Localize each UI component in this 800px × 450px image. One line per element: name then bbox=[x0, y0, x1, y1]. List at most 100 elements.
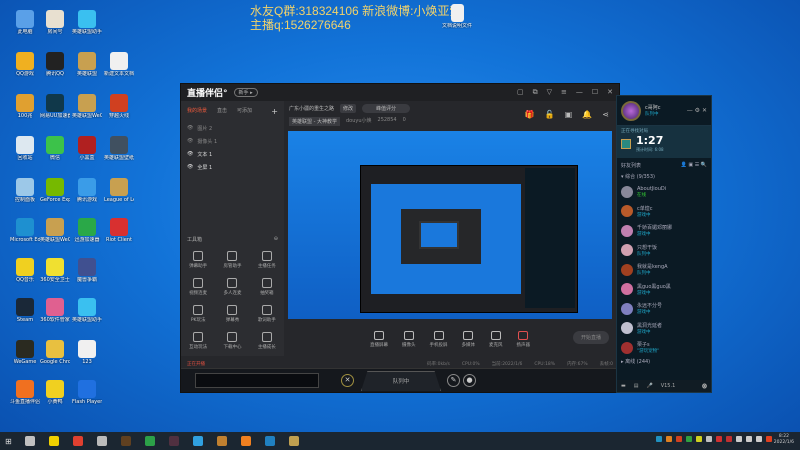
desktop-icon[interactable]: Steam bbox=[10, 298, 40, 323]
source-button[interactable]: 扬声器 bbox=[517, 330, 530, 348]
desktop-icon[interactable]: 123 bbox=[72, 340, 102, 365]
friend-item[interactable]: 我就是kengA 队列中 bbox=[617, 260, 711, 280]
friend-item[interactable]: 栗子s "游玩宠物" bbox=[617, 338, 711, 358]
taskbar-app-icon[interactable] bbox=[216, 436, 227, 446]
tab-scenes[interactable]: 我的场景 bbox=[187, 107, 207, 116]
desktop-icon[interactable]: 腾讯QQ bbox=[40, 52, 70, 77]
tool-item[interactable]: 互动玩法 bbox=[181, 332, 215, 350]
tray-icon[interactable] bbox=[766, 436, 772, 442]
desktop-icon[interactable]: League of Legends bbox=[104, 178, 134, 203]
clock[interactable]: 8:22 2022/1/6 bbox=[774, 434, 794, 446]
mic-icon[interactable]: 🎤 bbox=[646, 383, 652, 389]
desktop-icon[interactable]: GeForce Experience bbox=[40, 178, 70, 203]
source-button[interactable]: 多媒体 bbox=[462, 330, 475, 348]
desktop-icon[interactable]: 英雄联盟壁纸 bbox=[104, 136, 134, 161]
friend-item[interactable]: AboutJiouDi 在线 bbox=[617, 182, 711, 202]
friend-group[interactable]: ▾ 综合 (9/353) bbox=[617, 173, 711, 182]
desktop-icon[interactable]: Flash Player bbox=[72, 380, 102, 405]
bell-icon[interactable]: 🔔 bbox=[582, 110, 592, 119]
tray-icon[interactable] bbox=[696, 436, 702, 442]
desktop-icon-file[interactable]: 文档说明文件 bbox=[442, 4, 472, 29]
desktop-icon[interactable]: 360软件管家 bbox=[40, 298, 70, 323]
desktop-icon[interactable]: 迅游加速器 bbox=[72, 218, 102, 243]
layer-item[interactable]: 👁 摄像头 1 bbox=[181, 135, 284, 148]
source-button[interactable]: 摄像头 bbox=[402, 330, 416, 348]
tab-live[interactable]: 直击 bbox=[217, 107, 227, 116]
friend-item[interactable]: 只想干饭 队列中 bbox=[617, 241, 711, 261]
tray-icon[interactable] bbox=[656, 436, 662, 442]
eye-icon[interactable]: 👁 bbox=[187, 164, 193, 171]
share-icon[interactable]: ⋖ bbox=[602, 110, 609, 119]
desktop-icon[interactable]: 小黑盒 bbox=[72, 136, 102, 161]
desktop-icon[interactable]: 小黄鸭 bbox=[40, 380, 70, 405]
desktop-icon[interactable]: 腾讯游戏 bbox=[72, 178, 102, 203]
desktop-icon[interactable]: 回收站 bbox=[10, 136, 40, 161]
taskbar-app-icon[interactable] bbox=[288, 436, 299, 446]
window-control-icon[interactable]: ✕ bbox=[607, 88, 613, 97]
friend-item[interactable]: 永远不分号 游戏中 bbox=[617, 299, 711, 319]
source-button[interactable]: 麦克风 bbox=[489, 330, 503, 348]
window-control-icon[interactable]: ▢ bbox=[517, 88, 524, 97]
taskbar-app-icon[interactable] bbox=[144, 436, 155, 446]
desktop-icon[interactable]: QQ音乐 bbox=[10, 258, 40, 283]
category-button[interactable]: 英雄联盟 - 大神教学 bbox=[289, 117, 340, 126]
tool-item[interactable]: PK玩法 bbox=[181, 305, 215, 323]
desktop-icon[interactable]: 英雄联盟助手 bbox=[72, 298, 102, 323]
desktop-icon[interactable]: 100兆 bbox=[10, 94, 40, 119]
eye-icon[interactable]: 👁 bbox=[187, 151, 193, 158]
taskbar-app-icon[interactable] bbox=[48, 436, 59, 446]
start-button[interactable]: ⊞ bbox=[5, 437, 12, 446]
offline-group[interactable]: ▸ 离线 (244) bbox=[617, 358, 711, 365]
edit-title-button[interactable]: 修改 bbox=[340, 104, 357, 113]
friend-item[interactable]: 黑洞光延者 游戏中 bbox=[617, 319, 711, 339]
tray-icon[interactable] bbox=[746, 436, 752, 442]
taskbar-app-icon[interactable] bbox=[120, 436, 131, 446]
desktop-icon[interactable]: 微信 bbox=[40, 136, 70, 161]
tray-icon[interactable] bbox=[736, 436, 742, 442]
friend-item[interactable]: c单煌c 游戏中 bbox=[617, 202, 711, 222]
score-button[interactable]: 峰值评分 bbox=[362, 104, 411, 113]
chat-input[interactable] bbox=[195, 373, 319, 388]
taskbar-app-icon[interactable] bbox=[264, 436, 275, 446]
taskbar-app-icon[interactable] bbox=[24, 436, 35, 446]
desktop-icon[interactable]: 此电脑 bbox=[10, 10, 40, 35]
add-scene-button[interactable]: + bbox=[271, 107, 278, 116]
desktop-icon[interactable]: 英雄联盟 bbox=[72, 52, 102, 77]
clipboard-icon[interactable]: ▤ bbox=[634, 383, 639, 389]
box-icon[interactable]: ▣ bbox=[565, 110, 573, 119]
friend-item[interactable]: 千娇百媚邓丽娜 游戏中 bbox=[617, 221, 711, 241]
taskbar-app-icon[interactable] bbox=[240, 436, 251, 446]
tray-icon[interactable] bbox=[686, 436, 692, 442]
layer-item[interactable]: 👁 全屏 1 bbox=[181, 161, 284, 174]
collapse-icon[interactable]: ⊖ bbox=[274, 236, 278, 243]
desktop-icon[interactable]: 360安全卫士 bbox=[40, 258, 70, 283]
desktop-icon[interactable]: Microsoft Edge bbox=[10, 218, 40, 243]
tool-item[interactable]: 弹幕秀 bbox=[215, 305, 249, 323]
desktop-icon[interactable]: 新建文本文档 bbox=[104, 52, 134, 77]
desktop-icon[interactable]: 控制面板 bbox=[10, 178, 40, 203]
stream-preview[interactable] bbox=[288, 131, 612, 319]
desktop-icon[interactable]: WeGame bbox=[10, 340, 40, 365]
window-control-icon[interactable]: ⧉ bbox=[533, 88, 538, 97]
taskbar-app-icon[interactable] bbox=[72, 436, 83, 446]
tray-icon[interactable] bbox=[726, 436, 732, 442]
tool-item[interactable]: 视频连麦 bbox=[181, 278, 215, 296]
window-control-icon[interactable]: ☐ bbox=[592, 88, 598, 97]
tool-item[interactable]: 歌词助手 bbox=[250, 305, 284, 323]
window-control-icon[interactable]: ▽ bbox=[547, 88, 552, 97]
taskbar-app-icon[interactable] bbox=[192, 436, 203, 446]
tray-icon[interactable] bbox=[716, 436, 722, 442]
lock-icon[interactable]: 🔓 bbox=[545, 110, 555, 119]
taskbar-app-icon[interactable] bbox=[168, 436, 179, 446]
desktop-icon[interactable]: 房间号 bbox=[40, 10, 70, 35]
tray-icon[interactable] bbox=[666, 436, 672, 442]
gift-icon[interactable]: 🎁 bbox=[525, 110, 535, 119]
settings-icon[interactable]: — ⚙ ✕ bbox=[687, 107, 707, 114]
friend-item[interactable]: 黑guo黑guo黑 游戏中 bbox=[617, 280, 711, 300]
tool-item[interactable]: 多人连麦 bbox=[215, 278, 249, 296]
tool-item[interactable]: 房管助手 bbox=[215, 251, 249, 269]
desktop-icon[interactable]: 英雄联盟WeGame版 bbox=[40, 218, 70, 243]
chat-icon[interactable]: ▬ bbox=[621, 383, 626, 389]
desktop-icon[interactable]: Google Chrome bbox=[40, 340, 70, 365]
desktop-icon[interactable]: 魔兽争霸 bbox=[72, 258, 102, 283]
